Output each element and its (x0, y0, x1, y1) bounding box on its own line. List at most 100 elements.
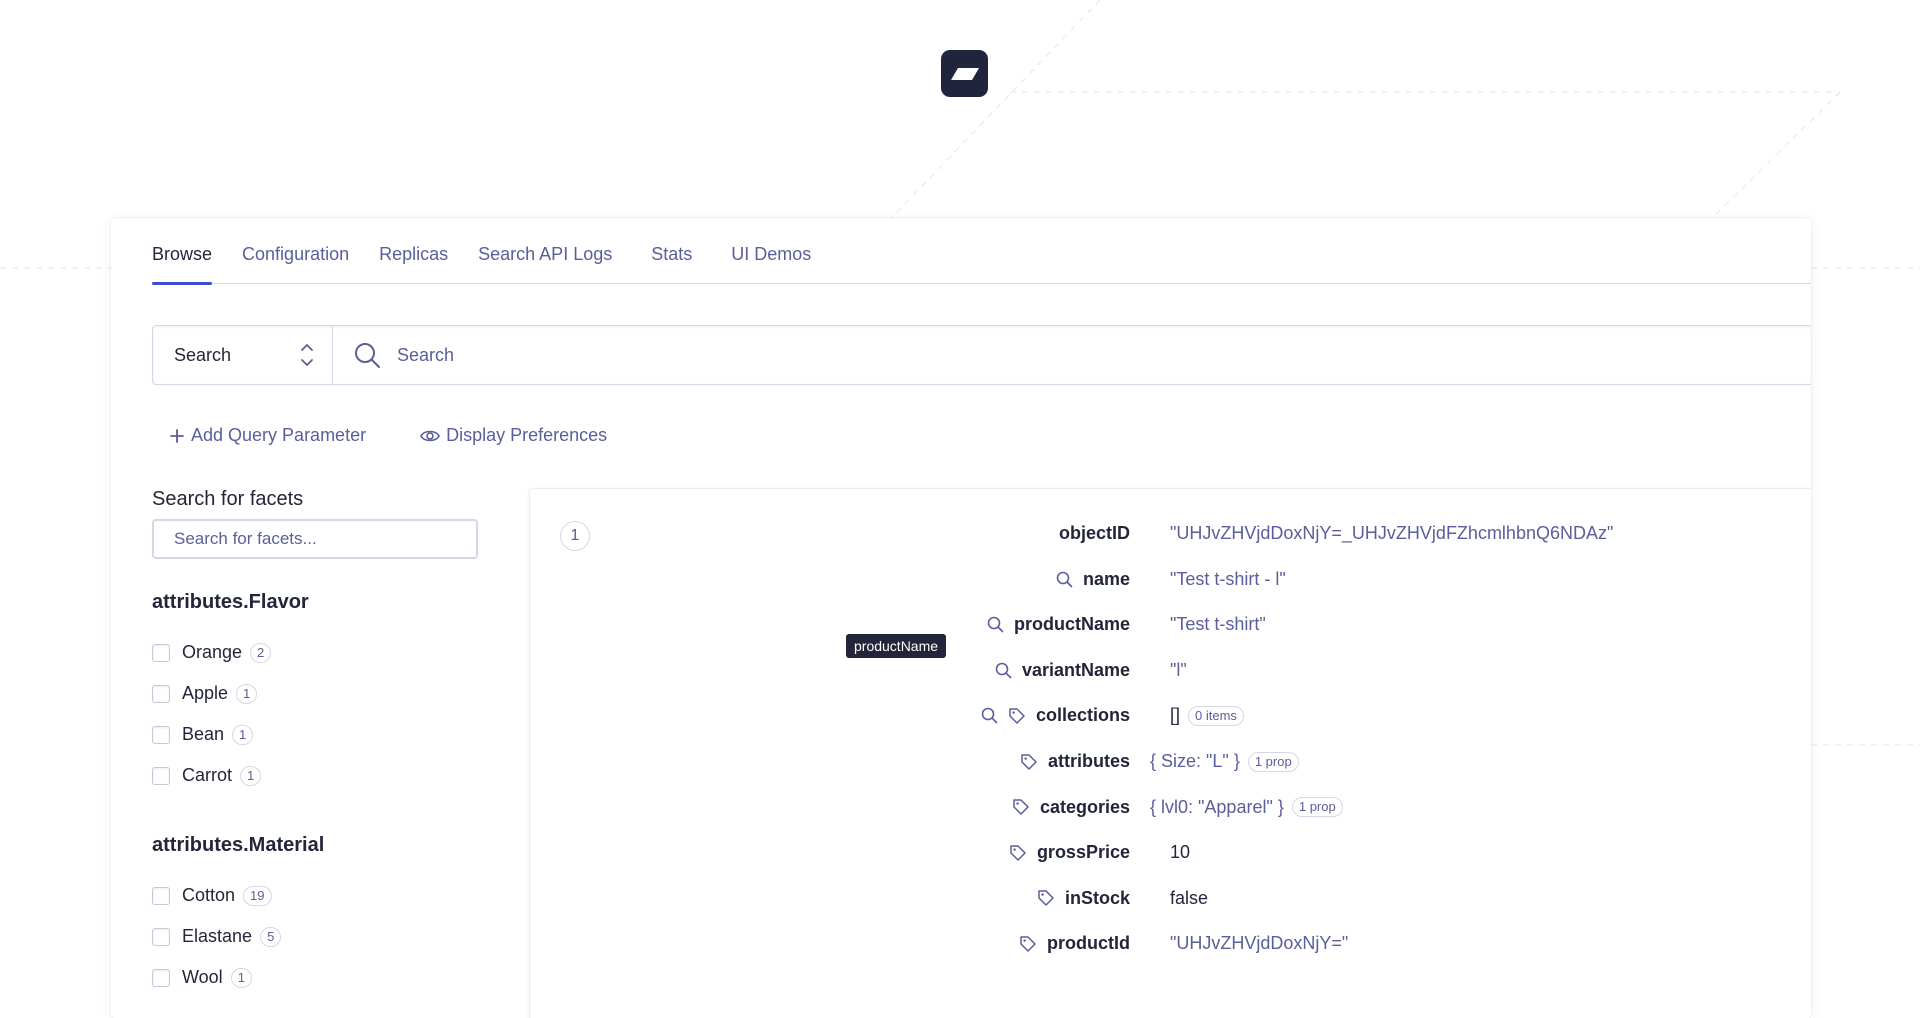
main-panel: Browse Configuration Replicas Search API… (111, 218, 1811, 1018)
facet-count: 1 (232, 724, 254, 745)
tab-replicas[interactable]: Replicas (379, 244, 448, 283)
facet-item-orange[interactable]: Orange 2 (152, 632, 482, 673)
search-bar: Search (152, 325, 1811, 385)
attribute-value: "UHJvZHVjdDoxNjY=_UHJvZHVjdFZhcmlhbnQ6ND… (1170, 523, 1613, 544)
tab-stats[interactable]: Stats (651, 244, 692, 283)
facet-label: Wool (182, 967, 223, 987)
facet-label: Carrot (182, 765, 233, 785)
attribute-value-text: "l" (1170, 659, 1187, 680)
attribute-key-label: inStock (1064, 887, 1130, 908)
attribute-key-label: collections (1035, 705, 1130, 726)
add-query-parameter-button[interactable]: Add Query Parameter (169, 425, 366, 446)
attribute-value: false (1170, 888, 1208, 909)
search-icon[interactable] (995, 662, 1012, 679)
attribute-value-text: false (1170, 887, 1209, 908)
facet-item-apple[interactable]: Apple 1 (152, 673, 482, 714)
attribute-value: 10 (1170, 842, 1190, 863)
hit-card: 1 objectID "UHJvZHVjdDoxNjY=_UHJvZHVjdFZh… (529, 488, 1811, 1018)
attribute-row: name "Test t-shirt - l" (530, 565, 1811, 595)
search-icon[interactable] (981, 707, 998, 724)
attribute-value: "Test t-shirt" (1170, 614, 1266, 635)
search-icon (355, 343, 380, 368)
attribute-value[interactable]: [] 0 items (1170, 705, 1244, 726)
query-actions: Add Query Parameter Display Preferences (169, 425, 661, 446)
tab-browse[interactable]: Browse (152, 244, 213, 285)
facet-count: 2 (250, 642, 272, 663)
facet-group-flavor: attributes.Flavor Orange 2 Apple 1 Bean … (152, 591, 482, 796)
attribute-value-text: "Test t-shirt" (1170, 614, 1266, 635)
attribute-value: "l" (1170, 660, 1187, 681)
attribute-key: objectID (1059, 523, 1130, 544)
search-mode-label: Search (174, 344, 232, 365)
search-mode-select[interactable]: Search (153, 326, 333, 384)
attribute-key-label: variantName (1021, 659, 1130, 680)
attribute-row: objectID "UHJvZHVjdDoxNjY=_UHJvZHVjdFZhcm… (530, 519, 1811, 549)
attribute-value-text: [] (1170, 705, 1181, 726)
facet-checkbox[interactable] (152, 927, 170, 946)
facet-item-elastane[interactable]: Elastane 5 (152, 916, 482, 957)
tag-icon[interactable] (1012, 798, 1030, 816)
attribute-size-badge: 1 prop (1247, 751, 1299, 772)
attribute-key-label: categories (1039, 796, 1130, 817)
attribute-key-label: productId (1047, 933, 1130, 954)
facet-checkbox[interactable] (152, 725, 170, 744)
attribute-size-badge: 0 items (1188, 705, 1244, 726)
facet-count: 1 (240, 765, 262, 786)
attribute-value-text: { Size: "L" } (1150, 751, 1240, 771)
facet-count: 5 (260, 926, 282, 947)
attribute-key-label: attributes (1047, 751, 1130, 771)
facet-group-heading: attributes.Material (152, 834, 325, 856)
chevron-up-down-icon (301, 344, 313, 366)
facet-label: Apple (182, 683, 229, 703)
attribute-key: name (1056, 569, 1130, 590)
attribute-key-label: grossPrice (1036, 842, 1130, 863)
attribute-row: productName "Test t-shirt" (530, 610, 1811, 640)
add-query-parameter-label: Add Query Parameter (191, 425, 367, 445)
facet-count: 1 (230, 967, 252, 988)
facet-count: 19 (243, 885, 272, 906)
display-preferences-button[interactable]: Display Preferences (420, 425, 607, 446)
attribute-key-label: productName (1013, 614, 1130, 635)
search-field (333, 326, 1811, 384)
attribute-value-text: "UHJvZHVjdDoxNjY=_UHJvZHVjdFZhcmlhbnQ6ND… (1170, 523, 1614, 543)
attribute-row: grossPrice 10 (530, 838, 1811, 868)
tab-search-api-logs[interactable]: Search API Logs (478, 244, 612, 283)
app-logo[interactable] (941, 50, 988, 97)
facet-checkbox[interactable] (152, 766, 170, 785)
facet-item-wool[interactable]: Wool 1 (152, 957, 482, 998)
attribute-key: attributes (1020, 751, 1130, 772)
facet-checkbox[interactable] (152, 968, 170, 987)
tab-ui-demos[interactable]: UI Demos (731, 244, 811, 283)
tag-icon[interactable] (1037, 889, 1055, 907)
attribute-key: variantName (995, 660, 1130, 681)
attribute-value[interactable]: { Size: "L" } 1 prop (1150, 751, 1299, 772)
plus-icon (170, 428, 184, 443)
facet-checkbox[interactable] (152, 643, 170, 662)
tag-icon[interactable] (1020, 753, 1038, 771)
facet-checkbox[interactable] (152, 684, 170, 703)
attribute-value-text: "Test t-shirt - l" (1170, 568, 1286, 589)
facet-label: Elastane (182, 926, 253, 946)
attribute-row: variantName "l" (530, 656, 1811, 686)
tag-icon[interactable] (1009, 844, 1027, 862)
attribute-value[interactable]: { lvl0: "Apparel" } 1 prop (1150, 797, 1343, 818)
facet-item-bean[interactable]: Bean 1 (152, 714, 482, 755)
attribute-key: categories (1012, 797, 1130, 818)
tag-icon[interactable] (1019, 935, 1037, 953)
logo-mark-icon (950, 67, 979, 80)
attribute-row: productId "UHJvZHVjdDoxNjY=" (530, 929, 1811, 959)
search-icon[interactable] (987, 616, 1004, 633)
tab-configuration[interactable]: Configuration (242, 244, 349, 283)
eye-icon (420, 430, 440, 441)
tag-icon[interactable] (1008, 707, 1026, 725)
search-icon[interactable] (1056, 571, 1073, 588)
facet-item-cotton[interactable]: Cotton 19 (152, 875, 482, 916)
attribute-key: collections (981, 705, 1130, 726)
facet-item-carrot[interactable]: Carrot 1 (152, 755, 482, 796)
attribute-row: collections [] 0 items (530, 701, 1811, 731)
search-input[interactable] (395, 343, 1699, 367)
facets-search-input[interactable] (152, 519, 478, 559)
facet-label: Bean (182, 724, 225, 744)
facet-count: 1 (236, 683, 258, 704)
facet-checkbox[interactable] (152, 886, 170, 905)
